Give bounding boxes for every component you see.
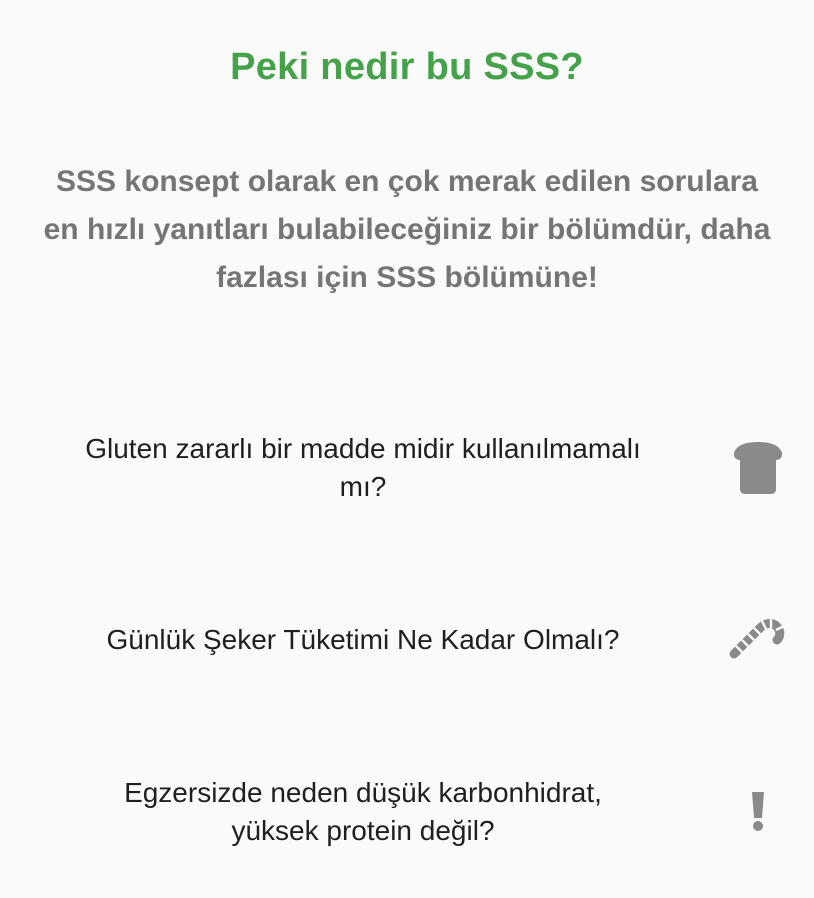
faq-item-gluten[interactable]: Gluten zararlı bir madde midir kullanılm… (0, 420, 814, 530)
faq-item-sugar[interactable]: Günlük Şeker Tüketimi Ne Kadar Olmalı? (0, 586, 814, 696)
intro-text: SSS konsept olarak en çok merak edilen s… (0, 158, 814, 302)
faq-question-line: mı? (339, 471, 387, 502)
faq-question: Günlük Şeker Tüketimi Ne Kadar Olmalı? (0, 621, 726, 659)
faq-question: Gluten zararlı bir madde midir kullanılm… (0, 430, 726, 506)
faq-question-line: Gluten zararlı bir madde midir kullanılm… (85, 433, 641, 464)
intro-line: SSS konsept olarak en çok merak edilen s… (56, 165, 758, 198)
intro-line: en hızlı yanıtları bulabileceğiniz bir b… (43, 213, 771, 246)
faq-item-exercise[interactable]: Egzersizde neden düşük karbonhidrat, yük… (0, 766, 814, 876)
bread-icon (726, 436, 790, 500)
candy-cane-icon (726, 608, 790, 672)
page-title: Peki nedir bu SSS? (230, 46, 584, 88)
intro-line: fazlası için SSS bölümüne! (216, 261, 598, 294)
faq-question-line: Günlük Şeker Tüketimi Ne Kadar Olmalı? (106, 624, 620, 655)
faq-question-line: Egzersizde neden düşük karbonhidrat, (124, 777, 602, 808)
exclamation-icon (726, 780, 790, 844)
faq-question-line: yüksek protein değil? (231, 815, 495, 846)
faq-question: Egzersizde neden düşük karbonhidrat, yük… (0, 774, 726, 850)
